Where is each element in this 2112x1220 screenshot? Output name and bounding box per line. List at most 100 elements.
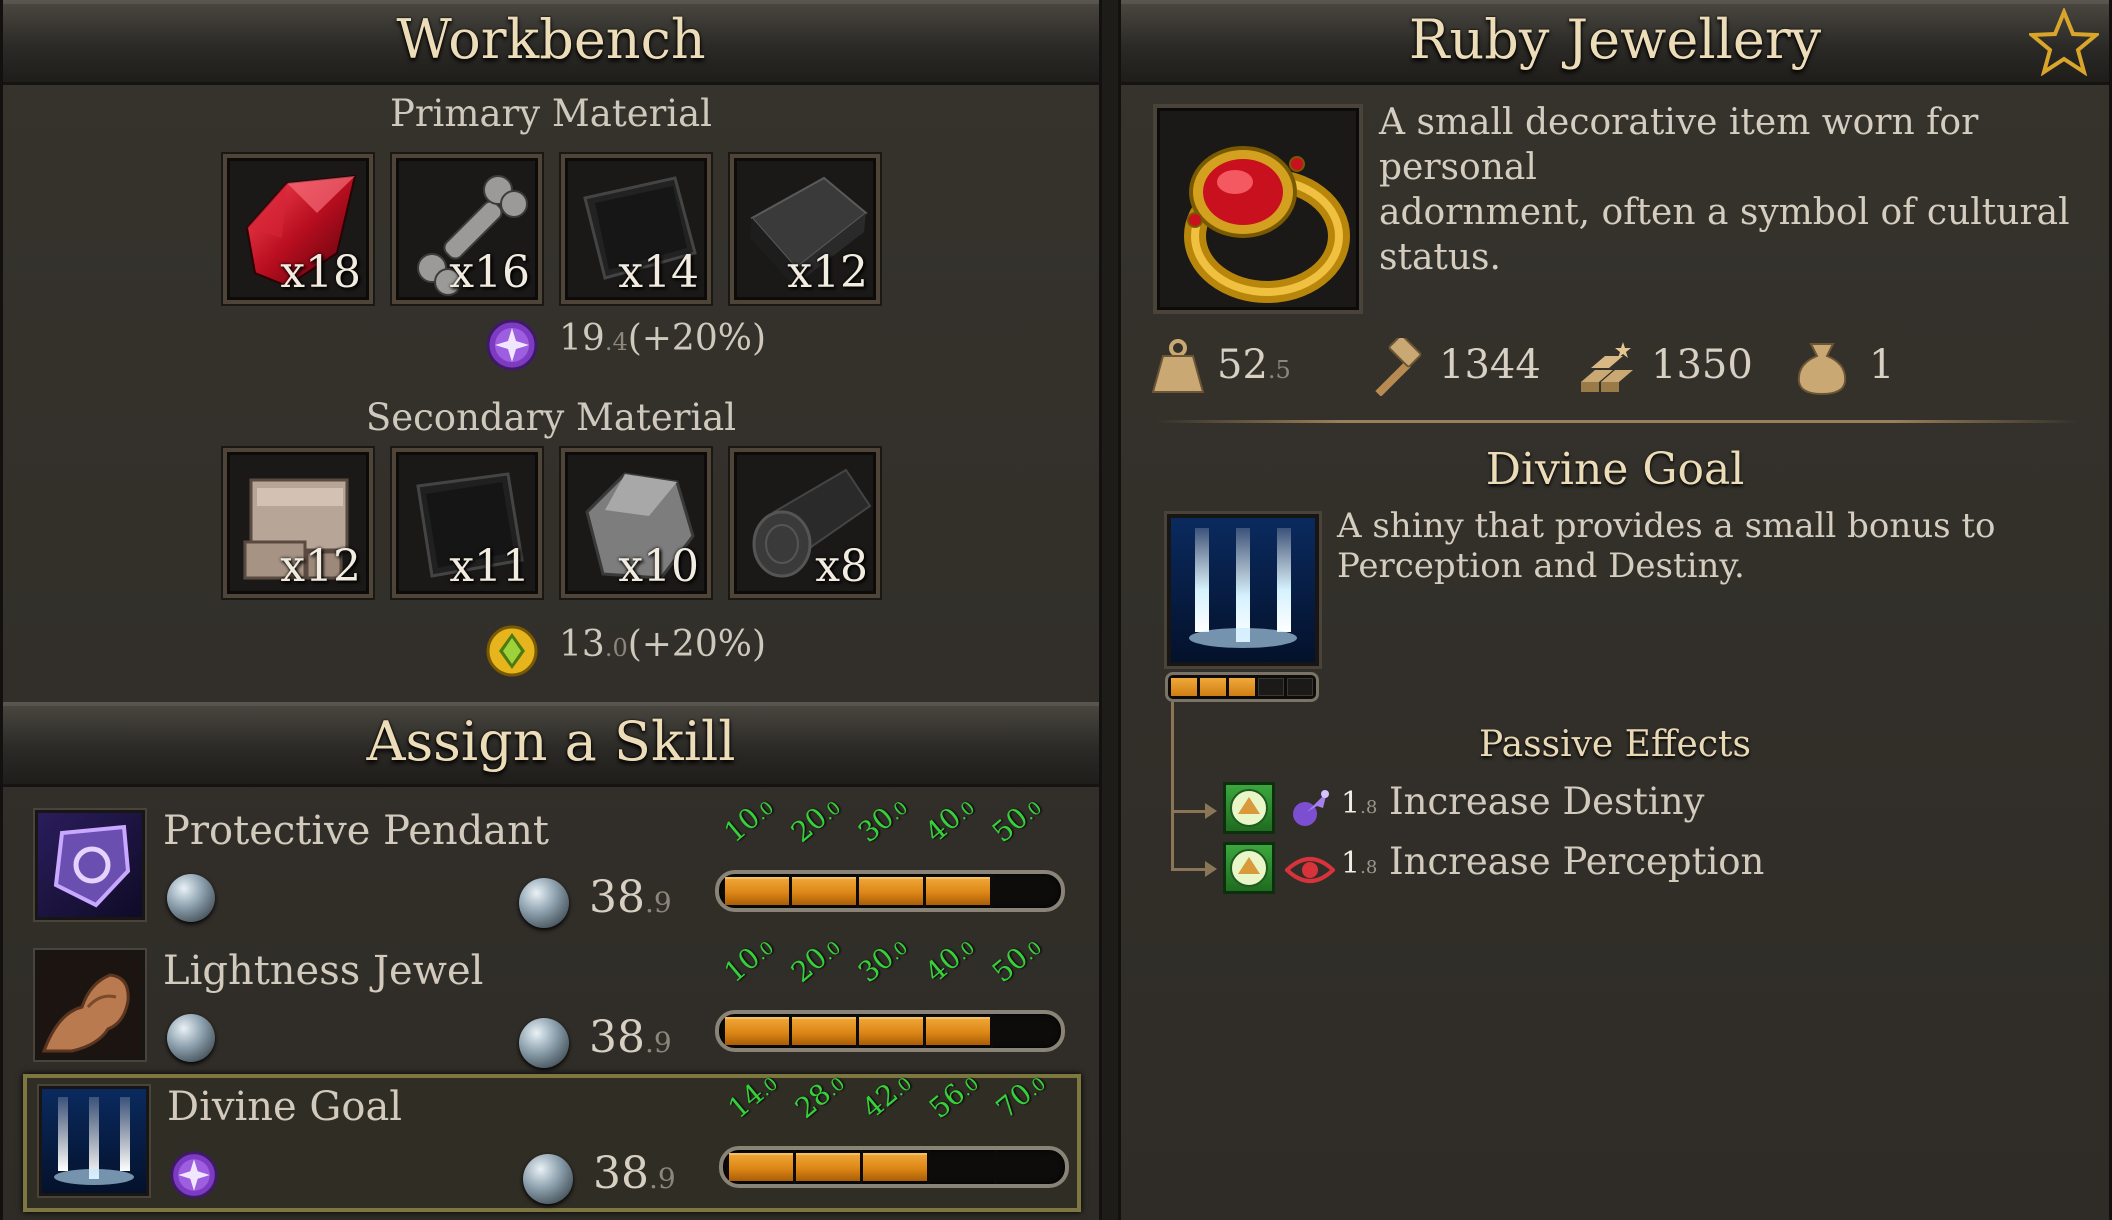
- threshold-tick: 56.0: [923, 1066, 985, 1125]
- hammer-icon: [1375, 338, 1422, 396]
- skill-cost-int: 38: [589, 872, 645, 923]
- orb-icon: [167, 874, 215, 922]
- eye-icon: [1285, 857, 1335, 883]
- level-segment-filled: [1171, 678, 1197, 696]
- stat-int: 19: [559, 318, 605, 359]
- skill-cost-dec: .9: [645, 1026, 672, 1059]
- tree-arrow-icon: [1205, 861, 1217, 877]
- bar-divider: [793, 1150, 796, 1184]
- threshold-tick: 42.0: [856, 1066, 918, 1125]
- bar-segment-filled: [729, 1153, 793, 1181]
- item-image-frame: [1153, 104, 1363, 314]
- skill-progress-bar: [719, 1146, 1069, 1188]
- item-count: 1: [1869, 342, 1895, 388]
- stat-dec: .4: [604, 328, 628, 356]
- bar-segment-filled: [792, 1017, 856, 1045]
- item-desc-line: A small decorative item worn for persona…: [1379, 102, 1979, 188]
- effect-value: 1.8: [1341, 846, 1377, 881]
- bar-segment-filled: [863, 1153, 927, 1181]
- level-segment-empty: [1287, 678, 1313, 696]
- stat-int: 13: [559, 624, 605, 665]
- assign-skill-title: Assign a Skill: [366, 710, 736, 773]
- material-slot-bone[interactable]: x16: [392, 154, 542, 304]
- divine-goal-icon: [39, 1086, 149, 1196]
- effect-value-dec: .8: [1360, 857, 1378, 878]
- cost-orb-icon: [519, 878, 569, 928]
- skill-name: Divine Goal: [167, 1084, 403, 1130]
- threshold-tick: 30.0: [852, 790, 914, 849]
- increase-arrow-icon: [1223, 842, 1275, 894]
- workbench-header: Workbench: [3, 0, 1099, 85]
- skill-cost-dec: .9: [649, 1162, 676, 1195]
- threshold-tick: 28.0: [789, 1066, 851, 1125]
- pouch-icon: [1797, 343, 1847, 396]
- material-slot-stone[interactable]: x10: [561, 448, 711, 598]
- orb-icon: [167, 1014, 215, 1062]
- purple-star-gem-icon: [486, 319, 538, 371]
- passive-effects-title: Passive Effects: [1479, 724, 1751, 765]
- material-qty: x10: [618, 541, 699, 592]
- level-segment-empty: [1258, 678, 1284, 696]
- skill-progress-bar: [715, 870, 1065, 912]
- threshold-tick: 50.0: [986, 790, 1048, 849]
- cost-orb-icon: [523, 1154, 573, 1204]
- tree-arrow-icon: [1205, 803, 1217, 819]
- skill-name: Protective Pendant: [163, 808, 549, 854]
- material-slot-log[interactable]: x8: [730, 448, 880, 598]
- bar-segment-filled: [725, 1017, 789, 1045]
- effect-value-dec: .8: [1360, 797, 1378, 818]
- weight-dec: .5: [1267, 356, 1291, 384]
- item-gold-value: 1350: [1651, 342, 1753, 388]
- bar-divider: [927, 1150, 930, 1184]
- tree-branch: [1171, 868, 1209, 871]
- material-slot-ruby[interactable]: x18: [223, 154, 373, 304]
- star-icon[interactable]: [2029, 8, 2099, 76]
- secondary-material-label: Secondary Material: [365, 396, 737, 439]
- assign-skill-header: Assign a Skill: [3, 702, 1099, 787]
- bar-segment-filled: [859, 877, 923, 905]
- skill-cost: 38.9: [593, 1148, 676, 1199]
- effect-value-int: 1: [1341, 846, 1361, 881]
- workbench-panel: Workbench Primary Material x18 x16 x14 x…: [0, 0, 1102, 1220]
- item-weight: 52.5: [1217, 342, 1291, 388]
- bar-segment-filled: [859, 1017, 923, 1045]
- bar-segment-filled: [792, 877, 856, 905]
- weight-int: 52: [1217, 342, 1268, 388]
- material-slot-iron-bar[interactable]: x12: [730, 154, 880, 304]
- skill-row-protective-pendant[interactable]: Protective Pendant 38.9 10.0 20.0 30.0 40.0 50…: [23, 797, 1081, 940]
- threshold-tick: 14.0: [722, 1066, 784, 1125]
- item-header: Ruby Jewellery: [1121, 0, 2109, 85]
- destiny-icon: [1293, 790, 1329, 826]
- bar-divider: [856, 1014, 859, 1048]
- skill-cost-int: 38: [589, 1012, 645, 1063]
- divine-goal-icon: [1171, 518, 1315, 662]
- weight-icon: [1151, 339, 1205, 393]
- effect-label: Increase Destiny: [1389, 780, 1705, 823]
- material-slot-stone-blocks[interactable]: x12: [223, 448, 373, 598]
- material-slot-black-leather[interactable]: x11: [392, 448, 542, 598]
- skill-progress-bar: [715, 1010, 1065, 1052]
- bar-divider: [856, 874, 859, 908]
- stat-bonus: (+20%): [627, 624, 766, 665]
- skill-row-lightness-jewel[interactable]: Lightness Jewel 38.9 10.0 20.0 30.0 40.0 50.0: [23, 937, 1081, 1080]
- material-qty: x18: [280, 247, 361, 298]
- purple-star-gem-icon: [169, 1150, 219, 1204]
- item-desc-line: status.: [1379, 237, 1501, 278]
- skill-desc-line: A shiny that provides a small bonus to: [1337, 506, 1996, 546]
- primary-stat: 19.4(+20%): [559, 318, 766, 359]
- skill-row-divine-goal[interactable]: Divine Goal 38.9 14.0 28.0 42.0 56.0 70.0: [23, 1073, 1081, 1212]
- threshold-tick: 20.0: [785, 790, 847, 849]
- threshold-tick: 40.0: [919, 790, 981, 849]
- material-qty: x14: [618, 247, 699, 298]
- passive-effect-perception: 1.8 Increase Perception: [1223, 840, 1823, 898]
- bar-divider: [923, 874, 926, 908]
- skill-name: Lightness Jewel: [163, 948, 484, 994]
- skill-detail-icon-frame: [1167, 514, 1319, 666]
- material-qty: x11: [449, 541, 530, 592]
- skill-cost: 38.9: [589, 872, 672, 923]
- bar-segment-filled: [796, 1153, 860, 1181]
- material-slot-dark-leather[interactable]: x14: [561, 154, 711, 304]
- level-segment-filled: [1229, 678, 1255, 696]
- tree-branch: [1171, 810, 1209, 813]
- bar-divider: [860, 1150, 863, 1184]
